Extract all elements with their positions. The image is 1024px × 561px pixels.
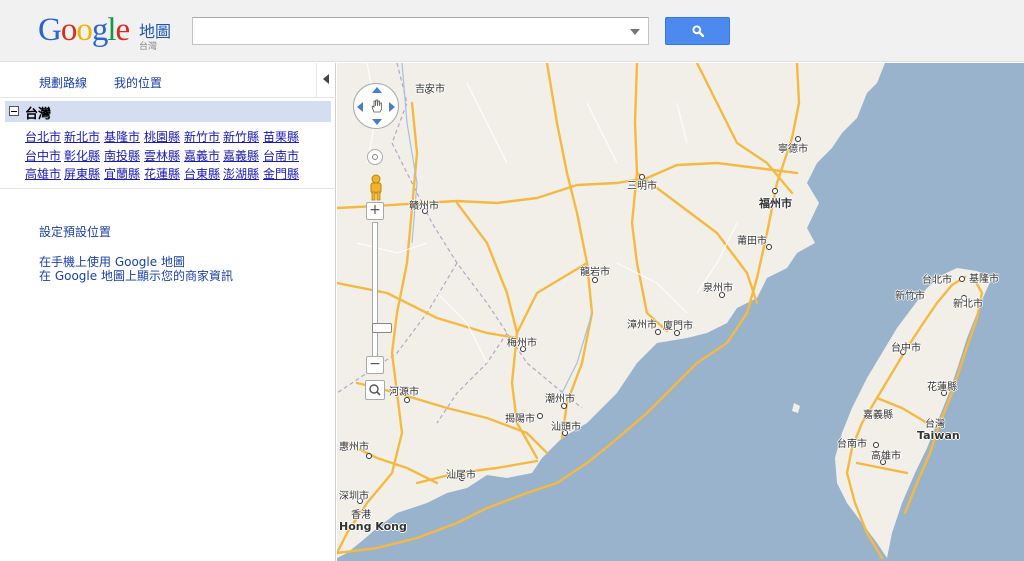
- magnifier-icon: [369, 384, 381, 396]
- city-link[interactable]: 台東縣: [184, 165, 220, 182]
- city-link[interactable]: 澎湖縣: [223, 165, 259, 182]
- place-label[interactable]: 廈門市: [663, 317, 693, 332]
- place-label[interactable]: Taiwan: [917, 429, 960, 442]
- city-link[interactable]: 台南市: [263, 147, 299, 164]
- place-label[interactable]: 潮州市: [545, 390, 575, 405]
- city-link[interactable]: 南投縣: [104, 147, 140, 164]
- city-link[interactable]: 台中市: [25, 147, 61, 164]
- place-label[interactable]: 梅州市: [507, 334, 537, 349]
- fullscreen-toggle-icon[interactable]: [367, 149, 383, 165]
- place-label[interactable]: 龍岩市: [580, 263, 610, 278]
- map-base-layer: [337, 63, 992, 560]
- place-label[interactable]: 惠州市: [339, 438, 369, 453]
- panel-tabs: 規劃路線 我的位置: [0, 63, 336, 98]
- side-panel: 規劃路線 我的位置 台灣 台北市 新北市 基隆市 桃園縣 新竹市 新竹縣 苗栗縣…: [0, 63, 336, 561]
- place-label[interactable]: 汕頭市: [551, 418, 581, 433]
- zoom-slider-track[interactable]: [372, 222, 392, 362]
- search-icon: [692, 25, 704, 37]
- city-link[interactable]: 基隆市: [104, 128, 140, 145]
- place-label[interactable]: 花蓮縣: [927, 378, 957, 393]
- place-label[interactable]: 基隆市: [969, 270, 999, 285]
- logo-wordmark: Google: [38, 12, 130, 48]
- place-label[interactable]: 台北市: [922, 271, 952, 286]
- divider: [0, 188, 336, 189]
- logo-region-label: 台灣: [139, 42, 158, 52]
- place-label[interactable]: 寧德市: [778, 140, 808, 155]
- search-dropdown-arrow-icon[interactable]: [630, 29, 640, 35]
- city-link[interactable]: 桃園縣: [144, 128, 180, 145]
- city-link[interactable]: 新竹市: [184, 128, 220, 145]
- city-link[interactable]: 雲林縣: [144, 147, 180, 164]
- place-label[interactable]: 深圳市: [339, 487, 369, 502]
- place-label[interactable]: 漳州市: [627, 316, 657, 331]
- city-link[interactable]: 花蓮縣: [144, 165, 180, 182]
- collapse-left-icon[interactable]: [316, 63, 336, 98]
- place-label[interactable]: 台南市: [837, 435, 867, 450]
- map-canvas[interactable]: 吉安市 寧德市 三明市 福州市 贛州市 莆田市 龍岩市 泉州市 漳州市 廈門市 …: [337, 63, 1024, 561]
- pan-up-icon[interactable]: [372, 87, 382, 93]
- place-label[interactable]: 吉安市: [415, 80, 445, 95]
- place-label[interactable]: 新竹市: [895, 287, 925, 302]
- city-marker[interactable]: [366, 453, 372, 459]
- pan-right-icon[interactable]: [389, 102, 395, 112]
- search-button[interactable]: [665, 17, 730, 45]
- city-link[interactable]: 高雄市: [25, 165, 61, 182]
- collapse-box-icon[interactable]: [9, 106, 19, 116]
- city-link[interactable]: 金門縣: [263, 165, 299, 182]
- city-link[interactable]: 嘉義市: [184, 147, 220, 164]
- place-label[interactable]: 莆田市: [737, 232, 767, 247]
- city-marker[interactable]: [772, 188, 778, 194]
- search-box: [192, 17, 649, 45]
- place-label[interactable]: 汕尾市: [446, 466, 476, 481]
- city-link[interactable]: 新竹縣: [223, 128, 259, 145]
- place-label[interactable]: 高雄市: [871, 447, 901, 462]
- pan-control[interactable]: [353, 83, 399, 129]
- zoom-out-button[interactable]: −: [366, 356, 384, 374]
- place-label[interactable]: 香港: [351, 506, 371, 521]
- zoom-slider-handle[interactable]: [372, 323, 392, 333]
- place-label[interactable]: 三明市: [627, 177, 657, 192]
- region-title: 台灣: [25, 107, 52, 122]
- city-link[interactable]: 苗栗縣: [263, 128, 299, 145]
- search-map-icon[interactable]: [365, 380, 385, 400]
- pegman-figure: [370, 174, 382, 201]
- place-label[interactable]: 福州市: [759, 195, 792, 211]
- city-link[interactable]: 新北市: [64, 128, 100, 145]
- zoom-control: + −: [366, 202, 392, 402]
- search-input[interactable]: [193, 18, 613, 44]
- city-link[interactable]: 宜蘭縣: [104, 165, 140, 182]
- tab-directions[interactable]: 規劃路線: [39, 74, 87, 91]
- place-label[interactable]: Hong Kong: [339, 520, 407, 533]
- pan-down-icon[interactable]: [372, 119, 382, 125]
- mainland-landmass: [337, 63, 885, 558]
- pan-left-icon[interactable]: [357, 102, 363, 112]
- region-header[interactable]: 台灣: [5, 101, 331, 122]
- place-label[interactable]: 台中市: [891, 339, 921, 354]
- place-label[interactable]: 揭陽市: [505, 410, 535, 425]
- zoom-in-button[interactable]: +: [366, 202, 384, 220]
- place-label[interactable]: 泉州市: [703, 279, 733, 294]
- hand-icon: [371, 99, 382, 113]
- place-label[interactable]: 贛州市: [409, 197, 439, 212]
- city-link[interactable]: 嘉義縣: [223, 147, 259, 164]
- business-listing-link[interactable]: 在 Google 地圖上顯示您的商家資訊: [39, 267, 233, 284]
- city-link[interactable]: 屏東縣: [64, 165, 100, 182]
- penghu-islands: [792, 403, 800, 413]
- city-link[interactable]: 彰化縣: [64, 147, 100, 164]
- place-label[interactable]: 新北市: [953, 295, 983, 310]
- place-label[interactable]: 嘉義縣: [863, 406, 893, 421]
- city-marker[interactable]: [537, 413, 543, 419]
- top-bar: Google 地圖 台灣: [0, 0, 1024, 62]
- place-label[interactable]: 河源市: [389, 383, 419, 398]
- set-default-location-link[interactable]: 設定預設位置: [39, 223, 111, 240]
- city-link[interactable]: 台北市: [25, 128, 61, 145]
- place-label[interactable]: 台灣: [925, 415, 945, 430]
- tab-my-location[interactable]: 我的位置: [114, 74, 162, 91]
- city-marker[interactable]: [959, 276, 965, 282]
